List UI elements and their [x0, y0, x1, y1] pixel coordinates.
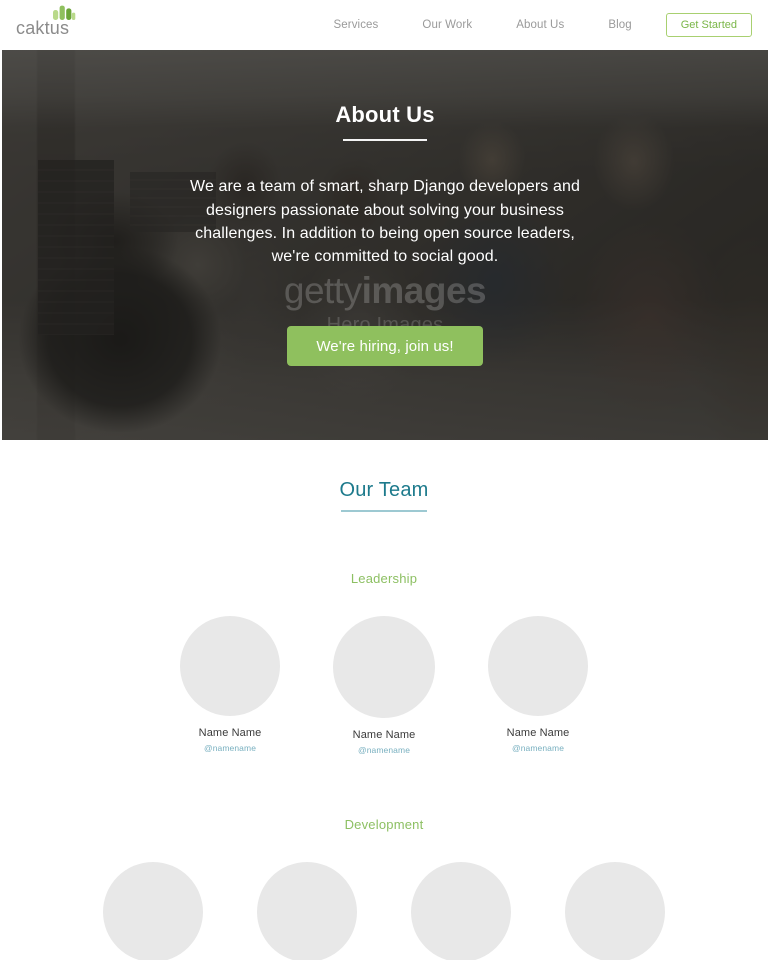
- nav-item-about-us[interactable]: About Us: [494, 19, 586, 31]
- page-title: About Us: [335, 102, 435, 127]
- people-row-leadership: Name Name @namename Name Name @namename …: [0, 615, 768, 755]
- avatar: [411, 861, 511, 960]
- avatar: [180, 615, 280, 716]
- group-heading-leadership: Leadership: [350, 571, 418, 586]
- main-nav: Services Our Work About Us Blog Get Star…: [312, 0, 759, 50]
- hero-content: About Us We are a team of smart, sharp D…: [2, 50, 768, 367]
- team-member-handle: @namename: [203, 742, 257, 753]
- site-header: caktus Services Our Work About Us Blog G…: [0, 0, 768, 50]
- team-member-name: Name Name: [198, 726, 262, 739]
- team-member-card[interactable]: Name Name @namename: [564, 861, 666, 960]
- team-member-handle: @namename: [357, 744, 411, 755]
- avatar: [565, 861, 665, 960]
- team-member-card[interactable]: Name Name @namename: [256, 861, 358, 960]
- hero-description: We are a team of smart, sharp Django dev…: [190, 178, 580, 265]
- brand-wordmark: caktus: [16, 18, 70, 38]
- avatar: [333, 615, 435, 718]
- hero-title-rule: [343, 139, 427, 142]
- team-member-name: Name Name: [506, 726, 570, 739]
- get-started-button[interactable]: Get Started: [665, 13, 752, 37]
- team-member-card[interactable]: Name Name @namename: [410, 861, 512, 960]
- group-heading-development: Development: [344, 816, 424, 832]
- hero-section: gettyimages Hero Images About Us We are …: [2, 50, 768, 440]
- brand-logo[interactable]: caktus: [16, 4, 88, 44]
- nav-item-blog[interactable]: Blog: [586, 19, 653, 31]
- avatar: [257, 861, 357, 960]
- team-member-card[interactable]: Name Name @namename: [333, 615, 435, 755]
- nav-item-our-work[interactable]: Our Work: [400, 19, 494, 31]
- people-row-development: Name Name @namename Name Name @namename …: [0, 861, 768, 960]
- avatar: [103, 861, 203, 960]
- team-heading: Our Team: [339, 479, 429, 501]
- page-root: caktus Services Our Work About Us Blog G…: [0, 0, 768, 960]
- team-member-name: Name Name: [352, 728, 416, 741]
- nav-item-services[interactable]: Services: [312, 19, 401, 31]
- avatar: [488, 615, 588, 716]
- team-member-card[interactable]: Name Name @namename: [102, 861, 204, 960]
- team-member-card[interactable]: Name Name @namename: [179, 615, 281, 753]
- team-member-handle: @namename: [511, 742, 565, 753]
- team-section: Our Team Leadership Name Name @namename …: [0, 440, 768, 960]
- team-member-card[interactable]: Name Name @namename: [487, 615, 589, 753]
- team-heading-rule: [341, 510, 427, 512]
- hiring-cta-button[interactable]: We're hiring, join us!: [287, 326, 483, 367]
